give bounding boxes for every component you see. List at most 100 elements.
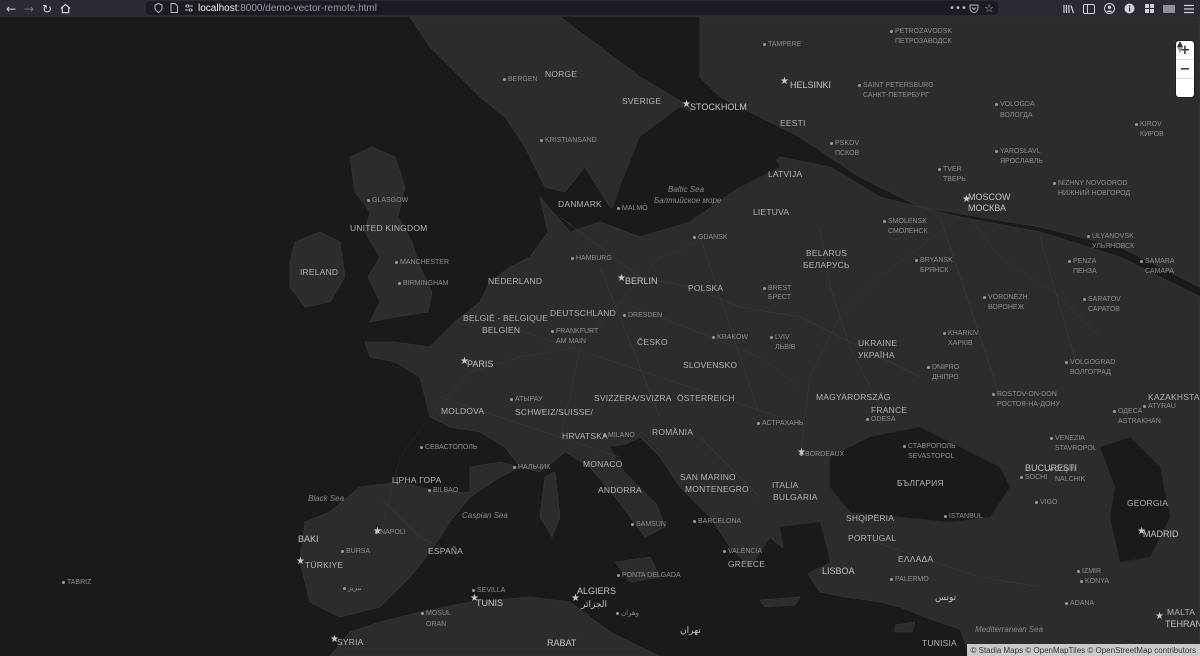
map-label-city: KHARKIV: [948, 330, 979, 337]
city-dot-icon: [995, 103, 998, 106]
page-actions-icon[interactable]: •••: [949, 2, 967, 14]
city-dot-icon: [1020, 476, 1023, 479]
map-label-capital: HELSINKI: [790, 80, 832, 90]
bookmark-star-icon[interactable]: ☆: [983, 2, 995, 15]
map-label-city: BORDEAUX: [805, 451, 845, 458]
city-dot-icon: [510, 398, 513, 401]
map-label-city: IZMIR: [1082, 568, 1102, 575]
map-label-country: SVERIGE: [622, 96, 662, 106]
extension-icon[interactable]: [1142, 2, 1156, 16]
url-bar[interactable]: localhost:8000/demo-vector-remote.html •…: [146, 1, 998, 15]
map-label-city: ЛЬВІВ: [775, 344, 796, 351]
map-label-country: ANDORRA: [598, 485, 642, 495]
map-label-country: MONTENEGRO: [685, 484, 749, 494]
info-extension-icon[interactable]: [1122, 2, 1136, 16]
compass-button[interactable]: [1176, 41, 1194, 97]
map-label-country: SAN MARINO: [680, 472, 736, 482]
zoom-out-button[interactable]: −: [1176, 60, 1194, 79]
map-label-city: SARATOV: [1088, 296, 1121, 303]
map-label-city: KONYA: [1085, 578, 1109, 585]
map-label-city: BILBAO: [433, 487, 459, 494]
map-label-city: FRANKFURT: [556, 328, 599, 335]
map-label-sea: Baltic Sea: [668, 185, 705, 194]
city-dot-icon: [603, 434, 606, 437]
city-dot-icon: [992, 393, 995, 396]
home-icon[interactable]: [56, 0, 74, 17]
map-label-capital: LISBOA: [822, 566, 855, 576]
map-label-city: SMOLENSK: [888, 218, 927, 225]
map-label-country: GEORGIA: [1127, 498, 1169, 508]
city-dot-icon: [712, 336, 715, 339]
city-dot-icon: [915, 259, 918, 262]
map-label-city: SAINT PETERSBURG: [863, 82, 934, 89]
city-dot-icon: [903, 445, 906, 448]
map-label-country: NEDERLAND: [488, 276, 543, 286]
map-label-capital: TUNIS: [476, 598, 503, 608]
map-label-city: САМАРА: [1145, 268, 1174, 275]
map-label-country: HRVATSKA: [562, 431, 609, 441]
city-dot-icon: [693, 236, 696, 239]
map-label-city: PALERMO: [895, 576, 929, 583]
map-label-country: SCHWEIZ/SUISSE/: [515, 407, 594, 417]
city-dot-icon: [858, 84, 861, 87]
map-label-city: ТВЕРЬ: [943, 176, 966, 183]
map-label-city: ОДЕСА: [1118, 408, 1143, 415]
map-label-city: BIRMINGHAM: [403, 280, 449, 287]
map-label-city: SAMARA: [1145, 258, 1175, 265]
map-label-country: BELARUS: [806, 248, 848, 258]
menu-icon[interactable]: [1182, 2, 1196, 16]
map-label-country: SVIZZERA/SVIZRA: [594, 393, 672, 403]
capital-star-icon: ★: [571, 593, 580, 604]
map-label-city: MALMÖ: [622, 205, 648, 212]
map-label-country: EESTI: [780, 118, 806, 128]
city-dot-icon: [367, 199, 370, 202]
map-label-city: NALCHIK: [1055, 476, 1086, 483]
city-dot-icon: [571, 257, 574, 260]
map-label-city: СОЧИ: [1055, 466, 1075, 473]
map-label-country: ΕΛΛΑΔΑ: [898, 554, 934, 564]
map-label-city: НИЖНИЙ НОВГОРОД: [1058, 190, 1131, 197]
shield-icon[interactable]: [152, 2, 164, 14]
permissions-icon[interactable]: [183, 2, 195, 14]
map-label-city: ЯРОСЛАВЛЬ: [1000, 158, 1043, 165]
sidebar-icon[interactable]: [1082, 2, 1096, 16]
pocket-icon[interactable]: [968, 2, 980, 14]
map-label-capital: تهران: [680, 625, 701, 635]
map-label-city: АСТРАХАНЬ: [762, 420, 804, 427]
city-dot-icon: [983, 296, 986, 299]
forward-arrow-icon[interactable]: →: [20, 0, 38, 17]
map-label-capital: MOSCOW: [968, 192, 1011, 202]
map-label-country: ЦРНА ГОРА: [392, 475, 442, 485]
city-dot-icon: [62, 581, 65, 584]
map-label-country: ESPAÑA: [428, 546, 464, 556]
city-dot-icon: [343, 587, 346, 590]
capital-star-icon: ★: [296, 556, 305, 567]
url-text[interactable]: localhost:8000/demo-vector-remote.html: [198, 3, 377, 14]
barcode-extension-icon[interactable]: [1162, 2, 1176, 16]
map-label-capital: STOCKHOLM: [690, 102, 747, 112]
page-icon[interactable]: [168, 2, 180, 14]
city-dot-icon: [763, 43, 766, 46]
map-label-country: NORGE: [545, 69, 578, 79]
map-canvas[interactable]: PETROZAVODSK ПЕТРОЗАВОДСК TAMPERE NORGE BERG…: [0, 17, 1200, 656]
account-icon[interactable]: [1102, 2, 1116, 16]
library-icon[interactable]: [1062, 2, 1076, 16]
map-label-country: KAZAKHSTAN: [1148, 392, 1200, 402]
back-arrow-icon[interactable]: ←: [2, 0, 20, 17]
map-label-capital: ALGIERS: [577, 586, 617, 596]
map-label-country: BELGIEN: [482, 325, 521, 335]
map-label-city: BERGEN: [508, 76, 538, 83]
city-dot-icon: [693, 520, 696, 523]
city-dot-icon: [623, 314, 626, 317]
reload-icon[interactable]: ↻: [38, 0, 56, 17]
city-dot-icon: [540, 139, 543, 142]
compass-icon: [1177, 41, 1183, 53]
map-label-country: LIETUVA: [753, 207, 790, 217]
map-label-city: ASTRAKHAN: [1118, 418, 1161, 425]
map-attribution[interactable]: © Stadia Maps © OpenMapTiles © OpenStree…: [966, 644, 1200, 656]
map-label-city: VOLOGDA: [1000, 101, 1035, 108]
map-label-country: UNITED KINGDOM: [350, 223, 428, 233]
city-dot-icon: [551, 330, 554, 333]
city-dot-icon: [890, 578, 893, 581]
map-label-city: PENZA: [1073, 258, 1097, 265]
